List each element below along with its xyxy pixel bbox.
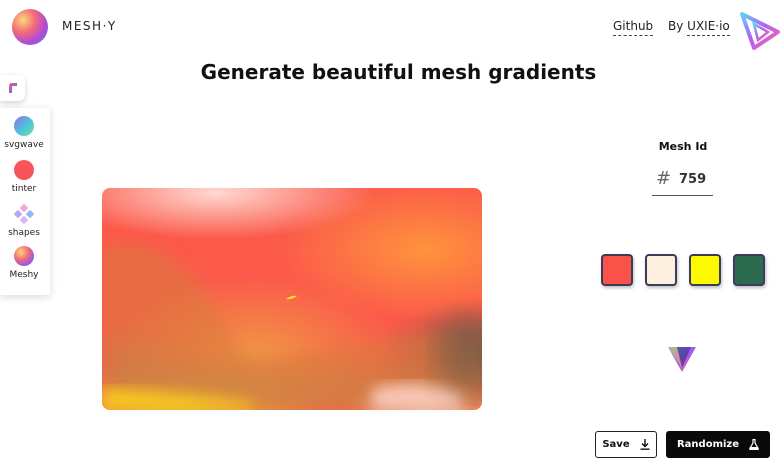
sidebar-item-label: shapes bbox=[8, 228, 40, 238]
tools-sidebar: svgwave tinter shapes Meshy bbox=[0, 108, 50, 295]
app-switch-icon bbox=[8, 83, 17, 93]
sidebar-item-label: Meshy bbox=[9, 270, 39, 280]
app-logo[interactable] bbox=[12, 9, 48, 45]
download-icon bbox=[640, 439, 650, 450]
randomize-button[interactable]: Randomize bbox=[666, 431, 770, 458]
svgwave-icon bbox=[14, 116, 34, 136]
meshy-triangle-icon bbox=[667, 344, 697, 374]
mesh-id-label: Mesh Id bbox=[658, 140, 708, 153]
color-swatch-1[interactable] bbox=[601, 254, 633, 286]
shapes-icon bbox=[13, 203, 35, 225]
sidebar-item-meshy[interactable]: Meshy bbox=[0, 246, 48, 280]
color-swatch-4[interactable] bbox=[733, 254, 765, 286]
meshy-icon bbox=[14, 246, 34, 266]
sidebar-toggle[interactable] bbox=[0, 75, 25, 101]
sidebar-item-tinter[interactable]: tinter bbox=[0, 160, 48, 194]
flask-icon bbox=[749, 439, 759, 450]
by-uxie-link[interactable]: By UXIE·io bbox=[668, 19, 730, 36]
mesh-gradient-preview bbox=[102, 188, 482, 410]
github-link[interactable]: Github bbox=[613, 19, 654, 36]
save-button[interactable]: Save bbox=[595, 431, 657, 458]
sidebar-item-svgwave[interactable]: svgwave bbox=[0, 116, 48, 150]
color-swatch-3[interactable] bbox=[689, 254, 721, 286]
mesh-id-value: 759 bbox=[679, 172, 707, 187]
sidebar-item-label: svgwave bbox=[4, 140, 44, 150]
brand-name: MESH·Y bbox=[62, 19, 117, 33]
uxie-logo-icon[interactable] bbox=[740, 10, 780, 50]
color-swatch-2[interactable] bbox=[645, 254, 677, 286]
hash-icon: # bbox=[656, 168, 672, 189]
sidebar-item-label: tinter bbox=[11, 184, 37, 194]
page-title: Generate beautiful mesh gradients bbox=[200, 60, 597, 84]
mesh-id-field[interactable]: # 759 bbox=[652, 165, 713, 196]
sidebar-item-shapes[interactable]: shapes bbox=[0, 203, 48, 238]
tinter-icon bbox=[14, 160, 34, 180]
